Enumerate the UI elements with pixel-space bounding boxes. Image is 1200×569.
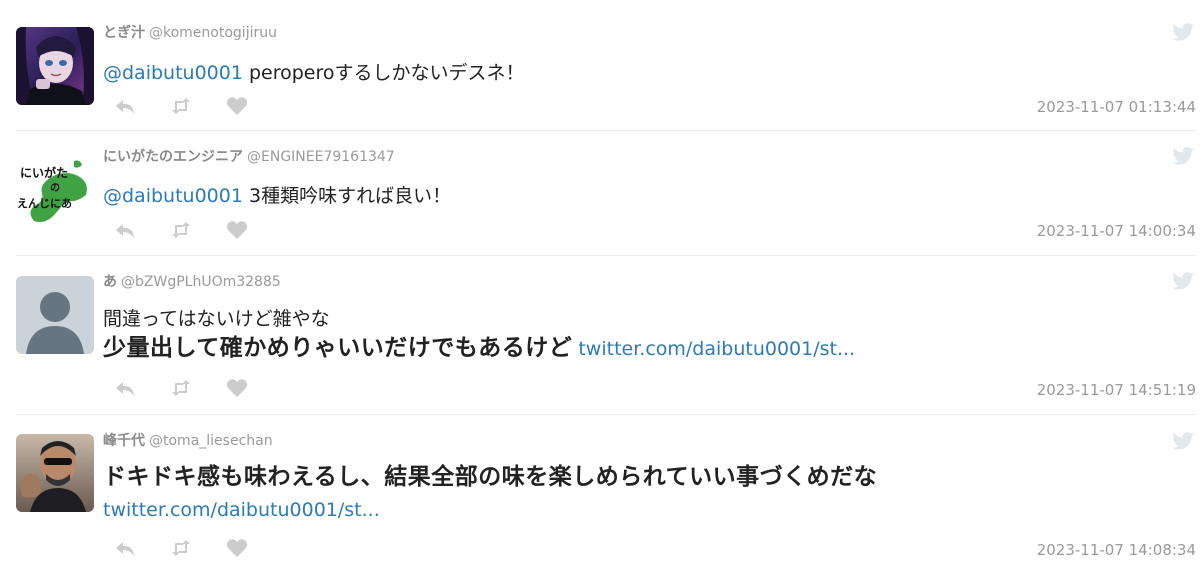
avatar-image bbox=[16, 27, 94, 105]
retweet-icon[interactable] bbox=[169, 219, 193, 241]
timestamp[interactable]: 2023-11-07 01:13:44 bbox=[1037, 98, 1196, 116]
display-name[interactable]: とぎ汁 bbox=[103, 25, 145, 41]
heart-icon[interactable] bbox=[225, 377, 249, 399]
twitter-bird-icon[interactable] bbox=[1172, 147, 1194, 165]
tweet-text-content: peroperoするしかないデスネ！ bbox=[242, 62, 525, 84]
avatar[interactable]: にいがた の えんじにあ bbox=[16, 151, 94, 229]
twitter-bird-icon[interactable] bbox=[1172, 272, 1194, 290]
default-avatar-icon bbox=[16, 276, 94, 354]
mention-link[interactable]: @daibutu0001 bbox=[103, 62, 243, 84]
timestamp[interactable]: 2023-11-07 14:00:34 bbox=[1037, 222, 1196, 240]
user-handle[interactable]: @komenotogijiruu bbox=[149, 25, 277, 41]
reply-icon[interactable] bbox=[113, 95, 137, 117]
tweet-item: あ @bZWgPLhUOm32885 間違ってはないけど雑やな 少量出して確かめり… bbox=[0, 256, 1200, 415]
retweet-icon[interactable] bbox=[169, 95, 193, 117]
avatar[interactable] bbox=[16, 434, 94, 512]
heart-icon[interactable] bbox=[225, 95, 249, 117]
user-handle[interactable]: @bZWgPLhUOm32885 bbox=[121, 274, 281, 290]
tweet-text-line: 間違ってはないけど雑やな bbox=[103, 308, 330, 330]
tweet-url-link[interactable]: twitter.com/daibutu0001/st... bbox=[578, 338, 855, 360]
tweet-item: 峰千代 @toma_liesechan ドキドキ感も味わえるし、結果全部の味を楽し… bbox=[0, 415, 1200, 569]
mention-link[interactable]: @daibutu0001 bbox=[103, 185, 243, 207]
tweet-text: @daibutu0001 3種類吟味すれば良い！ bbox=[103, 183, 1160, 209]
twitter-bird-icon[interactable] bbox=[1172, 23, 1194, 41]
tweet-text: @daibutu0001 peroperoするしかないデスネ！ bbox=[103, 60, 1160, 86]
tweet-url-link[interactable]: twitter.com/daibutu0001/st... bbox=[103, 499, 380, 521]
tweet-text-content: 3種類吟味すれば良い！ bbox=[242, 185, 452, 207]
display-name[interactable]: あ bbox=[103, 274, 117, 290]
retweet-icon[interactable] bbox=[169, 537, 193, 559]
tweet-item: にいがた の えんじにあ にいがたのエンジニア @ENGINEE79161347 … bbox=[0, 131, 1200, 256]
avatar[interactable] bbox=[16, 276, 94, 354]
display-name[interactable]: にいがたのエンジニア bbox=[103, 149, 243, 165]
user-handle[interactable]: @toma_liesechan bbox=[149, 433, 273, 449]
avatar-text: の bbox=[50, 183, 60, 194]
twitter-bird-icon[interactable] bbox=[1172, 432, 1194, 450]
reply-icon[interactable] bbox=[113, 219, 137, 241]
reply-icon[interactable] bbox=[113, 537, 137, 559]
tweet-header: にいがたのエンジニア @ENGINEE79161347 bbox=[103, 148, 395, 166]
tweet-header: 峰千代 @toma_liesechan bbox=[103, 432, 273, 450]
timestamp[interactable]: 2023-11-07 14:08:34 bbox=[1037, 541, 1196, 559]
tweet-actions bbox=[113, 95, 281, 117]
tweet-header: とぎ汁 @komenotogijiruu bbox=[103, 24, 277, 42]
tweet-item: とぎ汁 @komenotogijiruu @daibutu0001 peroper… bbox=[0, 0, 1200, 131]
timestamp[interactable]: 2023-11-07 14:51:19 bbox=[1037, 381, 1196, 399]
display-name[interactable]: 峰千代 bbox=[103, 433, 145, 449]
tweet-actions bbox=[113, 219, 281, 241]
tweet-text: 間違ってはないけど雑やな 少量出して確かめりゃいいだけでもあるけど twitte… bbox=[103, 306, 1160, 362]
tweet-list: とぎ汁 @komenotogijiruu @daibutu0001 peroper… bbox=[0, 0, 1200, 569]
reply-icon[interactable] bbox=[113, 377, 137, 399]
user-handle[interactable]: @ENGINEE79161347 bbox=[247, 149, 395, 165]
tweet-text-bold: ドキドキ感も味わえるし、結果全部の味を楽しめられていい事づくめだな bbox=[103, 464, 878, 490]
avatar-text: にいがた bbox=[20, 165, 68, 180]
tweet-actions bbox=[113, 377, 281, 399]
avatar[interactable] bbox=[16, 27, 94, 105]
retweet-icon[interactable] bbox=[169, 377, 193, 399]
avatar-image bbox=[16, 434, 94, 512]
avatar-text: えんじにあ bbox=[17, 197, 72, 210]
tweet-text: ドキドキ感も味わえるし、結果全部の味を楽しめられていい事づくめだな twitte… bbox=[103, 464, 1160, 523]
tweet-text-bold: 少量出して確かめりゃいいだけでもあるけど bbox=[103, 335, 573, 361]
heart-icon[interactable] bbox=[225, 537, 249, 559]
avatar-image: にいがた の えんじにあ bbox=[16, 151, 94, 229]
tweet-header: あ @bZWgPLhUOm32885 bbox=[103, 273, 281, 291]
tweet-actions bbox=[113, 537, 281, 559]
heart-icon[interactable] bbox=[225, 219, 249, 241]
